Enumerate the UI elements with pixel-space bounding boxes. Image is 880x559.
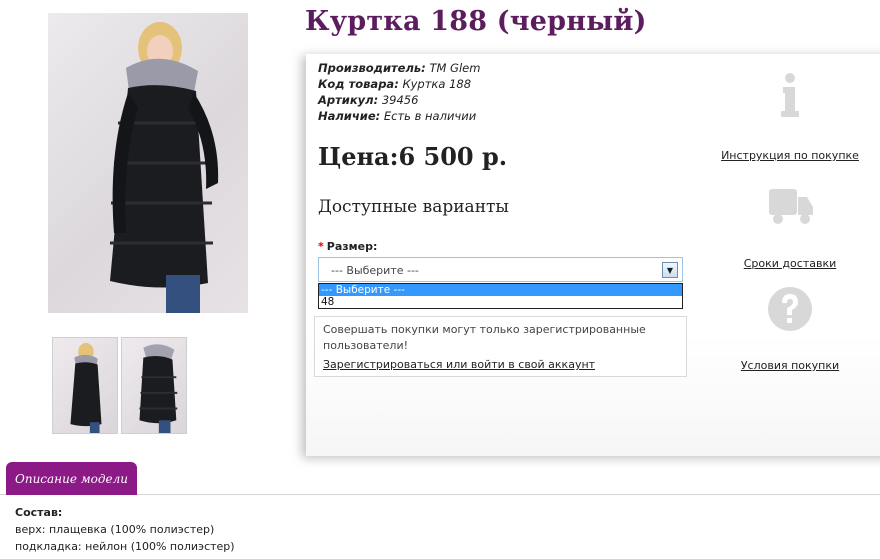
product-info-panel: Производитель: TM Glem Код товара: Куртк… [306,54,880,456]
spec-article: Артикул: 39456 [318,92,480,108]
spec-value: Куртка 188 [402,77,472,91]
product-title: Куртка 188 (черный) [305,6,647,37]
spec-value: Есть в наличии [383,109,477,123]
spec-label: Наличие: [318,109,381,123]
composition-heading: Состав: [15,506,63,519]
question-icon[interactable] [765,284,815,334]
required-mark: * [318,240,324,253]
product-price: Цена:6 500 р. [318,142,508,171]
login-notice-text: Совершать покупки могут только зарегистр… [323,323,646,352]
instruction-block: Инструкция по покупке [720,71,860,162]
size-label-text: Размер: [326,240,378,253]
spec-value: TM Glem [429,61,481,75]
spec-availability: Наличие: Есть в наличии [318,108,480,124]
spec-label: Код товара: [318,77,399,91]
delivery-block: Сроки доставки [720,183,860,270]
chevron-down-icon[interactable]: ▼ [662,262,678,278]
composition-line: верх: плащевка (100% полиэстер) [15,523,215,536]
info-icon[interactable] [765,71,815,121]
conditions-link[interactable]: Условия покупки [720,359,860,372]
spec-manufacturer: Производитель: TM Glem [318,60,480,76]
size-select-value: --- Выберите --- [331,264,419,277]
variants-heading: Доступные варианты [318,197,509,217]
product-thumbnail-2[interactable] [121,337,187,434]
truck-icon[interactable] [765,183,815,233]
spec-value: 39456 [381,93,419,107]
size-select[interactable]: --- Выберите --- ▼ [318,257,683,282]
tab-description[interactable]: Описание модели [6,462,137,495]
product-specs: Производитель: TM Glem Код товара: Куртк… [318,60,480,124]
size-option[interactable]: --- Выберите --- [319,284,682,296]
product-main-image[interactable] [48,13,248,313]
spec-label: Производитель: [318,61,426,75]
product-thumbnail-1[interactable] [52,337,118,434]
size-dropdown-list: --- Выберите --- 48 [318,283,683,309]
register-login-link[interactable]: Зарегистрироваться или войти в свой акка… [323,357,595,373]
spec-product-code: Код товара: Куртка 188 [318,76,480,92]
composition-line: подкладка: нейлон (100% полиэстер) [15,540,235,553]
delivery-link[interactable]: Сроки доставки [720,257,860,270]
conditions-block: Условия покупки [720,284,860,372]
instruction-link[interactable]: Инструкция по покупке [720,149,860,162]
login-notice: Совершать покупки могут только зарегистр… [314,316,687,377]
size-label: * Размер: [318,240,377,253]
size-option[interactable]: 48 [319,296,682,308]
description-content: Состав: верх: плащевка (100% полиэстер) … [15,504,235,555]
spec-label: Артикул: [318,93,379,107]
